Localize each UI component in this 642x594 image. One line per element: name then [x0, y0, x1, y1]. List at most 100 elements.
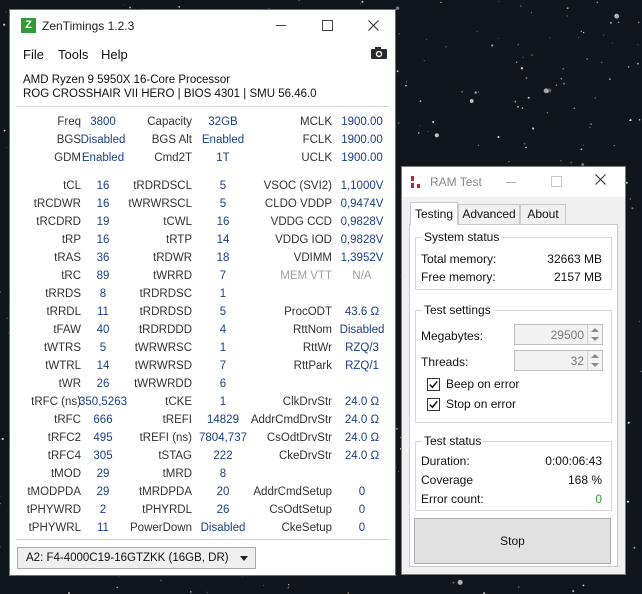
tab-about[interactable]: About	[520, 204, 566, 224]
star	[517, 44, 519, 46]
csodtsetup-value: 0	[358, 504, 366, 516]
star	[497, 38, 499, 39]
trdrdscl-label: tRDRDSCL	[133, 180, 192, 192]
star	[426, 39, 428, 41]
free-memory-label: Free memory:	[421, 270, 496, 284]
minimize-button[interactable]	[506, 182, 516, 183]
menu-help[interactable]: Help	[101, 47, 128, 62]
tmrd-value: 8	[219, 468, 227, 480]
maximize-button[interactable]	[304, 10, 350, 41]
procodt-label: ProcODT	[284, 306, 332, 318]
addrcmddrvstr-label: AddrCmdDrvStr	[250, 414, 332, 426]
ckedrvstr-value: 24.0 Ω	[344, 450, 380, 462]
tcwl-label: tCWL	[163, 216, 192, 228]
star	[627, 421, 630, 424]
maximize-button[interactable]	[551, 176, 562, 187]
star	[583, 31, 585, 34]
vdimm-label: VDIMM	[293, 252, 332, 264]
addrcmdsetup-label: AddrCmdSetup	[253, 486, 332, 498]
stop-on-error-label[interactable]: Stop on error	[446, 397, 516, 411]
stepper-arrows[interactable]	[587, 325, 602, 344]
zentimings-window: Z ZenTimings 1.2.3 File Tools Help AMD R…	[9, 9, 396, 576]
star	[603, 34, 605, 36]
star	[498, 0, 500, 2]
ramtest-app-icon	[411, 176, 420, 188]
rttnom-value: Disabled	[339, 324, 385, 336]
trdrdsc-value: 1	[219, 288, 227, 300]
close-button[interactable]	[350, 10, 396, 41]
threads-stepper[interactable]: 32	[514, 350, 603, 371]
tab-testing[interactable]: Testing	[410, 202, 458, 225]
title-bar[interactable]: Z ZenTimings 1.2.3	[10, 10, 395, 41]
star	[583, 144, 584, 146]
group-title: Test status	[422, 434, 484, 448]
window-title: RAM Test	[430, 175, 482, 189]
clkdrvstr-value: 24.0 Ω	[344, 396, 380, 408]
star	[555, 84, 557, 86]
star	[397, 122, 400, 124]
star	[0, 496, 2, 497]
tab-advanced[interactable]: Advanced	[458, 204, 520, 224]
rttwr-label: RttWr	[302, 342, 332, 354]
divider	[16, 539, 389, 540]
menu-file[interactable]: File	[23, 47, 44, 62]
star	[520, 67, 524, 70]
group-title: Test settings	[422, 303, 493, 317]
tcke-label: tCKE	[165, 396, 192, 408]
megabytes-stepper[interactable]: 29500	[514, 324, 603, 345]
star	[560, 78, 562, 80]
chevron-down-icon	[240, 556, 248, 561]
system-status-group: System status Total memory: 32663 MB Fre…	[415, 230, 612, 290]
tmrdpda-label: tMRDPDA	[138, 486, 192, 498]
vddg-iod-value: 0,9828V	[340, 234, 384, 246]
star	[627, 66, 630, 68]
star	[609, 21, 612, 24]
uclk-value: 1900.00	[341, 152, 383, 164]
star	[395, 6, 400, 10]
star	[525, 77, 528, 79]
stop-on-error-checkbox[interactable]	[427, 398, 440, 411]
minimize-button[interactable]	[258, 10, 304, 41]
menu-tools[interactable]: Tools	[58, 47, 88, 62]
cpu-name: AMD Ryzen 9 5950X 16-Core Processor	[23, 74, 231, 86]
trefi-ns-label: tREFI (ns)	[139, 432, 192, 444]
star	[525, 146, 527, 149]
star	[582, 584, 585, 587]
divider	[16, 106, 389, 107]
beep-on-error-checkbox[interactable]	[427, 378, 440, 391]
board-info: ROG CROSSHAIR VII HERO | BIOS 4301 | SMU…	[23, 88, 317, 100]
rttpark-label: RttPark	[293, 360, 332, 372]
error-count-value: 0	[595, 492, 602, 506]
powerdown-label: PowerDown	[130, 522, 192, 534]
tstag-label: tSTAG	[158, 450, 192, 462]
camera-icon[interactable]	[370, 46, 388, 60]
close-icon	[595, 174, 606, 185]
star	[263, 584, 264, 586]
close-button[interactable]	[595, 174, 606, 188]
star	[497, 136, 500, 138]
memory-module-select[interactable]: A2: F4-4000C19-16GTZKK (16GB, DR)	[17, 547, 256, 569]
star	[589, 126, 591, 129]
title-bar[interactable]: RAM Test	[402, 167, 625, 197]
chevron-down-icon	[591, 337, 599, 341]
star	[396, 70, 399, 73]
star	[405, 84, 407, 87]
star	[360, 3, 362, 5]
stop-button[interactable]: Stop	[414, 518, 611, 564]
star	[522, 56, 524, 58]
mem-vtt-value: N/A	[352, 270, 372, 282]
bgs-alt-label: BGS Alt	[151, 134, 192, 146]
star	[586, 58, 588, 60]
star	[396, 427, 398, 430]
vsoc-svi2-value: 1,1000V	[340, 180, 384, 192]
star	[3, 23, 6, 26]
stepper-arrows[interactable]	[587, 351, 602, 370]
star	[640, 370, 642, 372]
beep-on-error-label[interactable]: Beep on error	[446, 377, 519, 391]
star	[517, 105, 519, 108]
star	[123, 4, 125, 6]
mclk-label: MCLK	[300, 116, 332, 128]
vddg-iod-label: VDDG IOD	[275, 234, 332, 246]
star	[452, 581, 455, 584]
star	[626, 500, 630, 503]
